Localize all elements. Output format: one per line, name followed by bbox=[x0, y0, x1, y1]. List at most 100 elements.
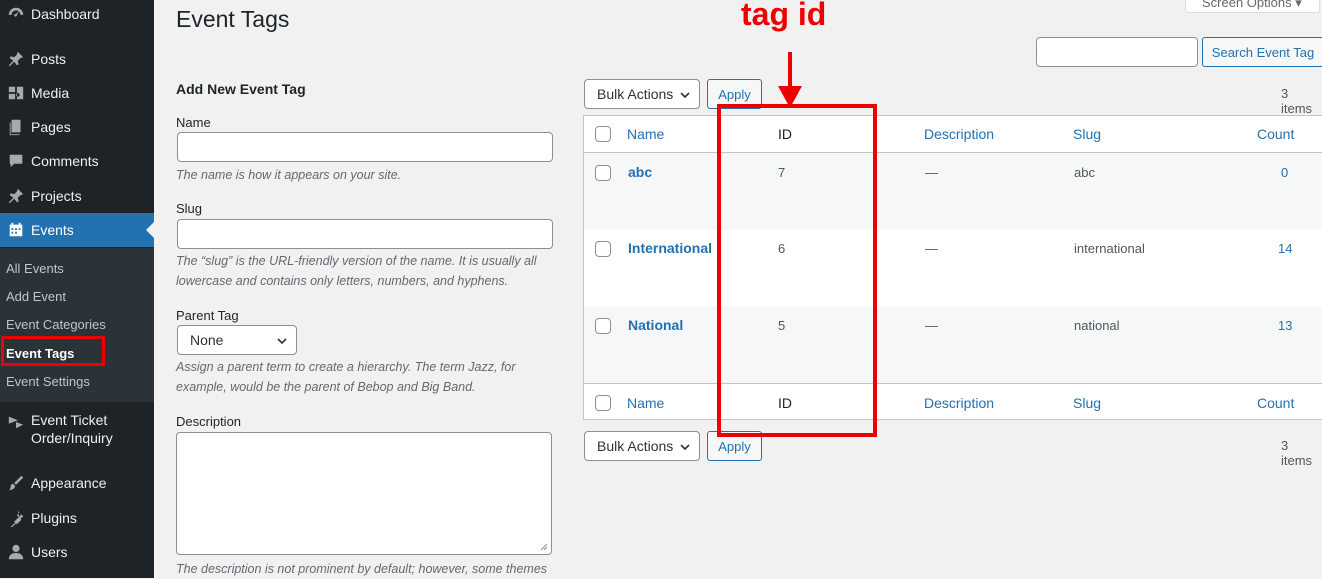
column-slug-header[interactable]: Slug bbox=[1073, 126, 1101, 142]
chevron-down-icon: ▾ bbox=[1295, 0, 1302, 10]
name-label: Name bbox=[176, 115, 211, 130]
table-header-row: Name ID Description Slug Count bbox=[584, 116, 1322, 153]
column-description-header[interactable]: Description bbox=[924, 126, 994, 142]
column-slug-footer[interactable]: Slug bbox=[1073, 395, 1101, 411]
sidebar-item-users[interactable]: Users bbox=[0, 535, 154, 569]
row-checkbox[interactable] bbox=[595, 241, 611, 257]
column-name-header[interactable]: Name bbox=[627, 126, 664, 142]
column-name-footer[interactable]: Name bbox=[627, 395, 664, 411]
search-input[interactable] bbox=[1036, 37, 1198, 67]
sidebar-item-label: Event Ticket Order/Inquiry bbox=[31, 411, 113, 447]
sidebar-item-events[interactable]: Events bbox=[0, 213, 154, 247]
submenu-add-event[interactable]: Add Event bbox=[6, 289, 66, 304]
sidebar-item-posts[interactable]: Posts bbox=[0, 42, 154, 76]
annotation-highlight-event-tags bbox=[1, 336, 105, 366]
tag-description: — bbox=[925, 165, 938, 180]
select-all-checkbox[interactable] bbox=[595, 126, 611, 142]
add-new-tag-heading: Add New Event Tag bbox=[176, 81, 306, 97]
chevron-down-icon bbox=[277, 338, 287, 345]
tag-count-link[interactable]: 13 bbox=[1278, 318, 1292, 333]
sidebar-item-label: Users bbox=[31, 544, 68, 560]
sidebar-item-label: Dashboard bbox=[31, 6, 100, 22]
media-icon bbox=[1, 83, 31, 103]
sidebar-item-label: Appearance bbox=[31, 475, 107, 491]
sidebar-item-dashboard[interactable]: Dashboard bbox=[0, 0, 154, 31]
tag-slug: international bbox=[1074, 241, 1145, 256]
items-count-bottom: 3 items bbox=[1281, 438, 1313, 468]
table-row: National 5 — national 13 bbox=[584, 306, 1322, 383]
submenu-event-categories[interactable]: Event Categories bbox=[6, 317, 106, 332]
sidebar-item-label: Comments bbox=[31, 153, 99, 169]
sidebar-item-label-line2: Order/Inquiry bbox=[31, 430, 113, 446]
description-help-text: The description is not prominent by defa… bbox=[176, 562, 548, 576]
row-checkbox[interactable] bbox=[595, 165, 611, 181]
admin-sidebar: Dashboard Posts Media Pages Comments Pro… bbox=[0, 0, 154, 578]
sidebar-item-comments[interactable]: Comments bbox=[0, 144, 154, 178]
tag-count-link[interactable]: 0 bbox=[1281, 165, 1288, 180]
bulk-actions-value: Bulk Actions bbox=[597, 438, 674, 454]
brush-icon bbox=[1, 473, 31, 493]
tag-name-link[interactable]: abc bbox=[628, 164, 652, 180]
items-count-top: 3 items bbox=[1281, 86, 1313, 116]
sidebar-item-label: Posts bbox=[31, 51, 67, 67]
tag-count-link[interactable]: 14 bbox=[1278, 241, 1292, 256]
chevron-down-icon bbox=[680, 92, 690, 99]
table-footer-row: Name ID Description Slug Count bbox=[584, 383, 1322, 420]
sidebar-item-pages[interactable]: Pages bbox=[0, 110, 154, 144]
table-row: abc 7 — abc 0 bbox=[584, 153, 1322, 230]
description-label: Description bbox=[176, 414, 242, 429]
plugin-icon bbox=[1, 508, 31, 528]
parent-tag-help-text: Assign a parent term to create a hierarc… bbox=[176, 360, 516, 394]
submenu-event-settings[interactable]: Event Settings bbox=[6, 374, 90, 389]
description-textarea[interactable] bbox=[176, 432, 552, 555]
users-icon bbox=[1, 542, 31, 562]
sidebar-item-appearance[interactable]: Appearance bbox=[0, 466, 154, 500]
tag-name-link[interactable]: International bbox=[628, 240, 712, 256]
row-checkbox[interactable] bbox=[595, 318, 611, 334]
calendar-icon bbox=[1, 220, 31, 240]
slug-label: Slug bbox=[176, 201, 203, 216]
sidebar-item-label: Projects bbox=[31, 188, 82, 204]
sidebar-item-plugins[interactable]: Plugins bbox=[0, 501, 154, 535]
sidebar-item-label: Events bbox=[31, 222, 74, 238]
bulk-actions-select-bottom[interactable]: Bulk Actions bbox=[584, 431, 700, 461]
slug-field[interactable] bbox=[177, 219, 553, 249]
pages-icon bbox=[1, 117, 31, 137]
submenu-all-events[interactable]: All Events bbox=[6, 261, 64, 276]
name-help-text: The name is how it appears on your site. bbox=[176, 168, 402, 182]
page-title: Event Tags bbox=[176, 6, 290, 32]
parent-tag-label: Parent Tag bbox=[176, 308, 239, 323]
pin-icon bbox=[1, 49, 31, 69]
bulk-actions-select-top[interactable]: Bulk Actions bbox=[584, 79, 700, 109]
chevron-down-icon bbox=[680, 444, 690, 451]
name-field[interactable] bbox=[177, 132, 553, 162]
annotation-arrow-icon bbox=[778, 52, 802, 108]
sidebar-item-label: Pages bbox=[31, 119, 71, 135]
column-count-footer[interactable]: Count bbox=[1257, 395, 1294, 411]
slug-help-text: The “slug” is the URL-friendly version o… bbox=[176, 254, 537, 288]
resize-grip-icon[interactable] bbox=[540, 543, 548, 551]
sidebar-item-label-line1: Event Ticket bbox=[31, 412, 108, 428]
tag-slug: national bbox=[1074, 318, 1120, 333]
sidebar-item-label: Plugins bbox=[31, 510, 77, 526]
tag-description: — bbox=[925, 318, 938, 333]
parent-tag-value: None bbox=[190, 332, 224, 348]
pin-icon bbox=[1, 186, 31, 206]
sidebar-item-label: Media bbox=[31, 85, 70, 101]
sidebar-item-event-ticket[interactable]: Event Ticket Order/Inquiry bbox=[0, 411, 154, 451]
comments-icon bbox=[1, 151, 31, 171]
screen-options-label: Screen Options bbox=[1202, 0, 1292, 10]
search-event-tag-button[interactable]: Search Event Tag bbox=[1202, 37, 1322, 67]
select-all-checkbox-footer[interactable] bbox=[595, 395, 611, 411]
ticket-icon bbox=[1, 412, 31, 432]
tag-slug: abc bbox=[1074, 165, 1095, 180]
column-count-header[interactable]: Count bbox=[1257, 126, 1294, 142]
tag-name-link[interactable]: National bbox=[628, 317, 683, 333]
screen-options-button[interactable]: Screen Options ▾ bbox=[1185, 0, 1320, 13]
events-submenu: All Events Add Event Event Categories Ev… bbox=[0, 248, 154, 402]
column-description-footer[interactable]: Description bbox=[924, 395, 994, 411]
annotation-highlight-id-column bbox=[717, 104, 877, 437]
sidebar-item-projects[interactable]: Projects bbox=[0, 179, 154, 213]
sidebar-item-media[interactable]: Media bbox=[0, 76, 154, 110]
parent-tag-select[interactable]: None bbox=[177, 325, 297, 355]
